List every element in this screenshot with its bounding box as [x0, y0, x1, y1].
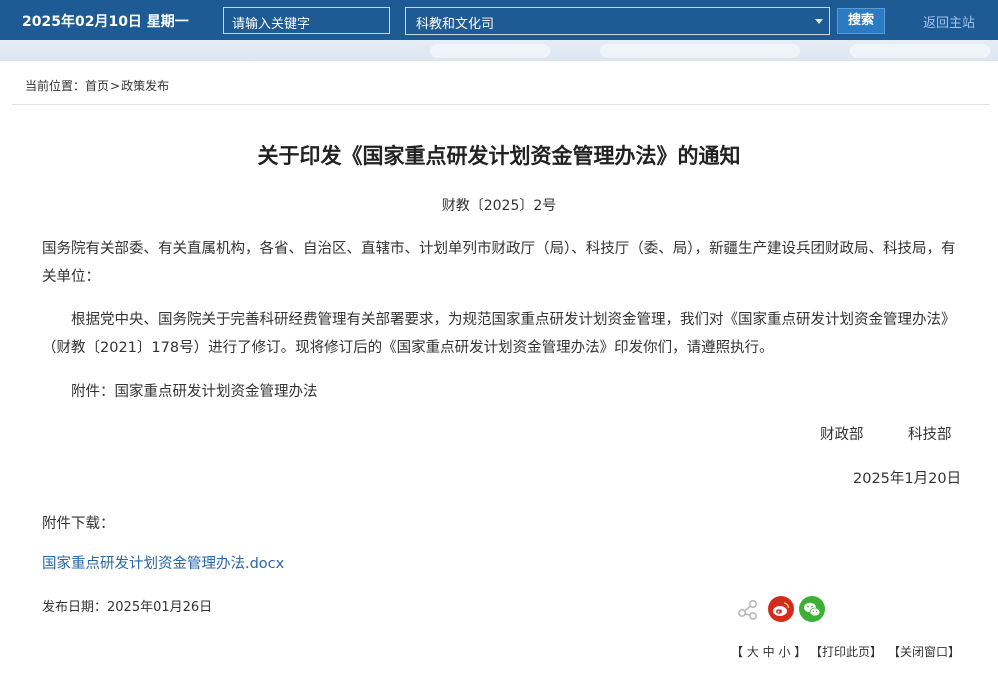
breadcrumb: 当前位置：首页>政策发布	[25, 77, 169, 94]
font-size-controls[interactable]: 【 大 中 小 】	[731, 643, 806, 660]
publish-date: 发布日期：2025年01月26日	[42, 600, 213, 615]
keyword-search-input[interactable]: 请输入关键字	[223, 7, 390, 34]
department-select[interactable]: 科教和文化司	[405, 7, 830, 35]
breadcrumb-current-link[interactable]: 政策发布	[121, 79, 169, 93]
attachment-note: 附件：国家重点研发计划资金管理办法	[71, 384, 318, 400]
attachment-download-link[interactable]: 国家重点研发计划资金管理办法.docx	[42, 552, 284, 573]
attachment-download-label: 附件下载：	[42, 516, 115, 532]
breadcrumb-separator: >	[110, 79, 121, 93]
article-title: 关于印发《国家重点研发计划资金管理办法》的通知	[257, 144, 741, 168]
top-bar: 2025年02月10日 星期一 请输入关键字 科教和文化司 搜索 返回主站	[0, 0, 998, 40]
divider	[12, 104, 990, 105]
banner-cloud-decoration	[430, 44, 550, 58]
wechat-icon[interactable]	[799, 596, 825, 622]
print-page-button[interactable]: 【打印此页】	[810, 643, 882, 660]
recipients-paragraph: 国务院有关部委、有关直属机构，各省、自治区、直辖市、计划单列市财政厅（局）、科技…	[42, 241, 956, 285]
breadcrumb-home-link[interactable]: 首页	[85, 79, 109, 93]
sign-date: 2025年1月20日	[853, 471, 962, 487]
return-home-link[interactable]: 返回主站	[923, 12, 975, 31]
chevron-down-icon	[815, 19, 823, 24]
document-number: 财教〔2025〕2号	[441, 198, 557, 214]
current-date: 2025年02月10日 星期一	[22, 14, 189, 30]
share-link-icon[interactable]	[735, 596, 761, 622]
banner-cloud-decoration	[850, 44, 990, 58]
header-banner	[0, 40, 998, 61]
banner-cloud-decoration	[600, 44, 800, 58]
breadcrumb-prefix: 当前位置：	[25, 79, 86, 93]
department-selected-value: 科教和文化司	[416, 17, 495, 32]
signer-ministry-of-finance: 财政部	[820, 427, 864, 443]
body-paragraph: 根据党中央、国务院关于完善科研经费管理有关部署要求，为规范国家重点研发计划资金管…	[42, 312, 956, 356]
signer-ministry-of-science: 科技部	[908, 427, 952, 443]
close-window-button[interactable]: 【关闭窗口】	[888, 643, 960, 660]
search-button[interactable]: 搜索	[837, 8, 885, 34]
weibo-icon[interactable]	[768, 596, 794, 622]
